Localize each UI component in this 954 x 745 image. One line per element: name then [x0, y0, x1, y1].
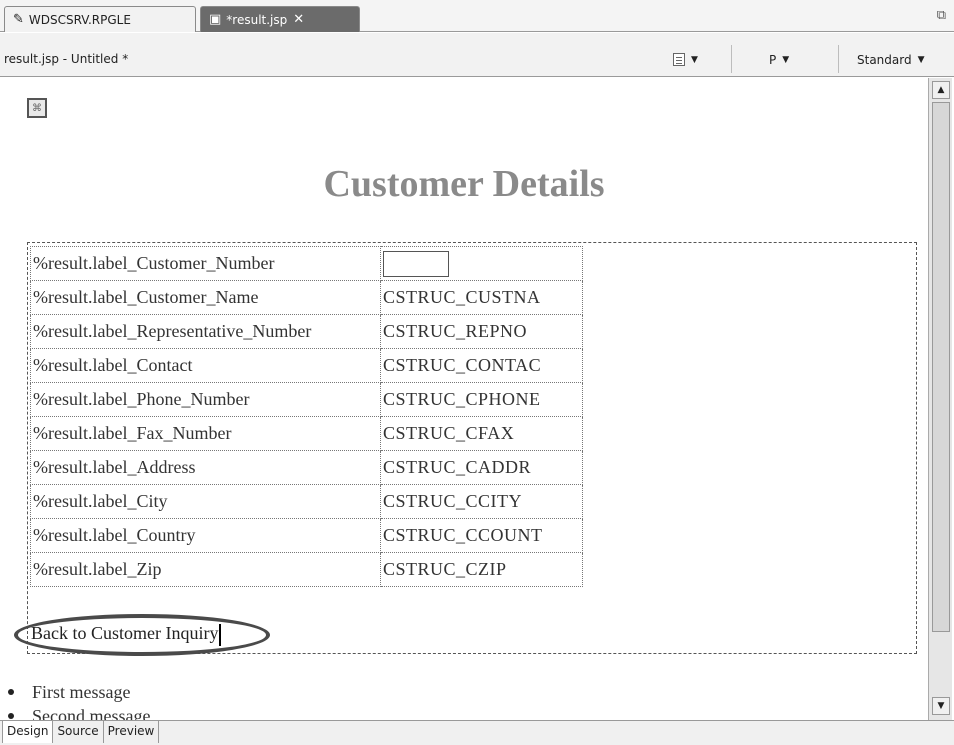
- messages-list[interactable]: First message Second message: [8, 680, 150, 720]
- scroll-down-icon[interactable]: ▼: [932, 697, 950, 715]
- field-label[interactable]: %result.label_Representative_Number: [30, 314, 381, 349]
- table-row: %result.label_Zip CSTRUC_CZIP: [30, 552, 583, 587]
- page-view-tabs: Design Source Preview: [0, 720, 954, 745]
- toolbar-divider: [838, 45, 839, 73]
- customer-number-cell: [380, 246, 583, 281]
- scrollbar-thumb[interactable]: [932, 102, 950, 632]
- list-item[interactable]: Second message: [8, 704, 150, 720]
- restore-icon[interactable]: ⧉: [937, 8, 946, 23]
- field-label[interactable]: %result.label_Customer_Number: [30, 246, 381, 281]
- field-label[interactable]: %result.label_Fax_Number: [30, 416, 381, 451]
- paragraph-style-dropdown[interactable]: P ▼: [769, 53, 789, 67]
- table-row: %result.label_Customer_Number: [30, 246, 583, 281]
- chevron-down-icon: ▼: [782, 55, 790, 65]
- table-row: %result.label_Representative_Number CSTRU…: [30, 314, 583, 349]
- page-properties-dropdown[interactable]: ▼: [673, 53, 698, 66]
- view-mode-label: Standard: [857, 53, 912, 67]
- field-value[interactable]: CSTRUC_CFAX: [380, 416, 583, 451]
- fields-table[interactable]: %result.label_Customer_Number %result.lab…: [30, 246, 583, 587]
- field-label[interactable]: %result.label_Address: [30, 450, 381, 485]
- bullet-icon: [8, 689, 14, 695]
- field-value[interactable]: CSTRUC_REPNO: [380, 314, 583, 349]
- table-row: %result.label_Address CSTRUC_CADDR: [30, 450, 583, 485]
- message-text: Second message: [32, 705, 151, 721]
- back-to-inquiry-link[interactable]: Back to Customer Inquiry: [31, 623, 222, 646]
- editor-title: result.jsp - Untitled *: [4, 52, 129, 66]
- tab-label: *result.jsp: [226, 12, 288, 27]
- message-text: First message: [32, 681, 131, 702]
- table-row: %result.label_City CSTRUC_CCITY: [30, 484, 583, 519]
- field-value[interactable]: CSTRUC_CPHONE: [380, 382, 583, 417]
- view-mode-dropdown[interactable]: Standard ▼: [857, 53, 925, 67]
- jsp-file-icon: ▣: [209, 12, 222, 27]
- field-label[interactable]: %result.label_Contact: [30, 348, 381, 383]
- table-row: %result.label_Customer_Name CSTRUC_CUSTNA: [30, 280, 583, 315]
- tab-preview[interactable]: Preview: [104, 721, 160, 743]
- image-placeholder-icon[interactable]: ⌘: [27, 98, 47, 118]
- tab-design[interactable]: Design: [2, 721, 54, 743]
- table-row: %result.label_Phone_Number CSTRUC_CPHONE: [30, 382, 583, 417]
- field-value[interactable]: CSTRUC_CCOUNT: [380, 518, 583, 553]
- field-label[interactable]: %result.label_Customer_Name: [30, 280, 381, 315]
- toolbar-divider: [731, 45, 732, 73]
- tab-result-jsp[interactable]: ▣ *result.jsp ✕: [200, 6, 360, 32]
- scroll-up-icon[interactable]: ▲: [932, 81, 950, 99]
- field-label[interactable]: %result.label_Phone_Number: [30, 382, 381, 417]
- page-heading[interactable]: Customer Details: [0, 162, 928, 206]
- paragraph-style-label: P: [769, 53, 777, 67]
- close-icon[interactable]: ✕: [293, 12, 304, 27]
- field-label[interactable]: %result.label_City: [30, 484, 381, 519]
- document-icon: [673, 53, 685, 66]
- table-row: %result.label_Fax_Number CSTRUC_CFAX: [30, 416, 583, 451]
- tab-wdscsrv-rpgle[interactable]: ✎ WDSCSRV.RPGLE: [4, 6, 196, 32]
- design-toolbar: result.jsp - Untitled * ▼ P ▼ Standard ▼: [0, 33, 954, 77]
- field-value[interactable]: CSTRUC_CCITY: [380, 484, 583, 519]
- design-canvas[interactable]: ⌘ Customer Details %result.label_Custome…: [0, 78, 928, 720]
- field-value[interactable]: CSTRUC_CZIP: [380, 552, 583, 587]
- vertical-scrollbar[interactable]: ▲ ▼: [928, 78, 952, 720]
- list-item[interactable]: First message: [8, 680, 150, 704]
- tab-source[interactable]: Source: [53, 721, 104, 743]
- editor-tab-bar: ✎ WDSCSRV.RPGLE ▣ *result.jsp ✕ ⧉: [0, 0, 954, 32]
- back-link-text: Back to Customer Inquiry: [31, 623, 219, 643]
- chevron-down-icon: ▼: [917, 55, 925, 65]
- table-row: %result.label_Contact CSTRUC_CONTAC: [30, 348, 583, 383]
- text-cursor: [219, 623, 222, 646]
- table-row: %result.label_Country CSTRUC_CCOUNT: [30, 518, 583, 553]
- chevron-down-icon: ▼: [691, 54, 698, 65]
- pencil-icon: ✎: [13, 12, 24, 27]
- field-value[interactable]: CSTRUC_CONTAC: [380, 348, 583, 383]
- field-label[interactable]: %result.label_Zip: [30, 552, 381, 587]
- field-value[interactable]: CSTRUC_CUSTNA: [380, 280, 583, 315]
- bullet-icon: [8, 713, 14, 719]
- field-value[interactable]: CSTRUC_CADDR: [380, 450, 583, 485]
- customer-number-input[interactable]: [383, 250, 449, 277]
- tab-label: WDSCSRV.RPGLE: [28, 12, 131, 27]
- field-label[interactable]: %result.label_Country: [30, 518, 381, 553]
